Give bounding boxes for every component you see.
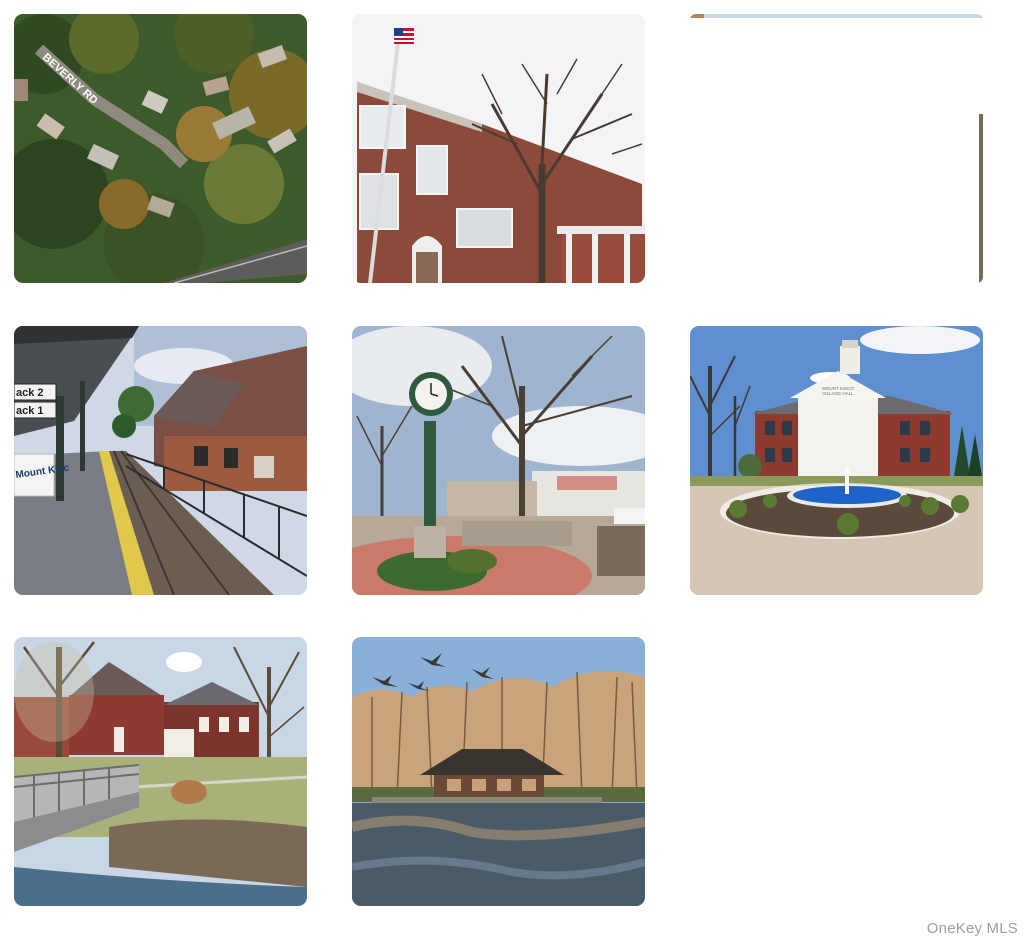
pond-image (352, 637, 645, 906)
footbridge-image (14, 637, 307, 906)
photo-pond-pavilion[interactable] (352, 637, 645, 906)
track-sign-2: ack 2 (16, 387, 44, 399)
photo-village-hall[interactable]: MOUNT KISCO VILLAGE HALL (690, 326, 983, 595)
photo-train-station[interactable]: ack 2 ack 1 Mount Kisc (14, 326, 307, 595)
track-sign-1: ack 1 (16, 405, 44, 417)
photo-blank[interactable] (690, 14, 983, 283)
photo-brick-school[interactable] (352, 14, 645, 283)
hall-sign-line-2: VILLAGE HALL (822, 391, 854, 396)
aerial-image: BEVERLY RD (14, 14, 307, 283)
photo-aerial-neighborhood[interactable]: BEVERLY RD (14, 14, 307, 283)
school-image (352, 14, 645, 283)
village-hall-image: MOUNT KISCO VILLAGE HALL (690, 326, 983, 595)
watermark-text: OneKey MLS (926, 920, 1018, 937)
photo-footbridge[interactable] (14, 637, 307, 906)
photo-town-clock[interactable] (352, 326, 645, 595)
blank-image (690, 14, 983, 283)
station-image: ack 2 ack 1 Mount Kisc (14, 326, 307, 595)
clock-plaza-image (352, 326, 645, 595)
